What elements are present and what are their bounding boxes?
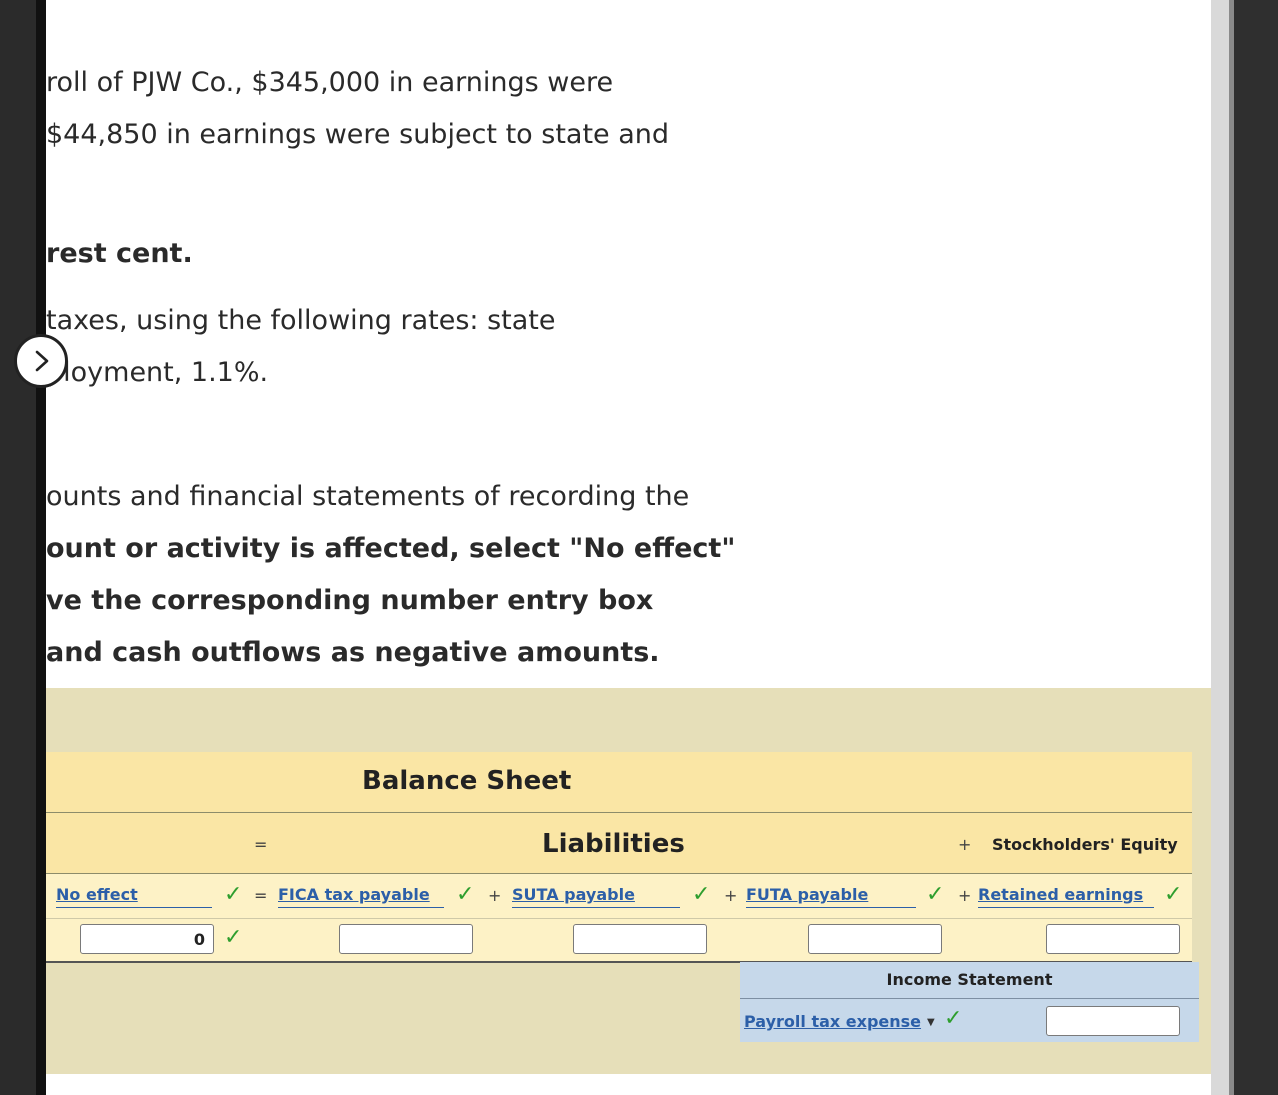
balance-sheet-header-row: = Liabilities + Stockholders' Equity (46, 813, 1192, 874)
plus-sign: + (958, 835, 972, 854)
income-statement-table: Income Statement Payroll tax expense ▼ ✓ (740, 962, 1199, 1042)
problem-text-line-2: $44,850 in earnings were subject to stat… (46, 119, 670, 150)
check-icon: ✓ (926, 882, 945, 907)
suta-payable-dropdown[interactable]: SUTA payable (512, 885, 680, 908)
liabilities-header: Liabilities (542, 829, 685, 859)
instruction-line-4: and cash outflows as negative amounts. (46, 637, 660, 668)
instruction-line-2: ount or activity is affected, select "No… (46, 533, 736, 564)
check-icon: ✓ (224, 882, 243, 907)
scrollbar-track[interactable] (1211, 0, 1229, 1095)
chevron-right-icon (35, 350, 49, 372)
plus-sign: + (724, 886, 738, 905)
balance-sheet-title-row: Balance Sheet (46, 752, 1192, 813)
instruction-line-3: ve the corresponding number entry box (46, 585, 654, 616)
scrollbar-divider (1229, 0, 1234, 1095)
payroll-tax-expense-label: Payroll tax expense (744, 1012, 922, 1031)
check-icon: ✓ (944, 1006, 963, 1031)
problem-text-line-1: roll of PJW Co., $345,000 in earnings we… (46, 67, 614, 98)
balance-sheet-table: Balance Sheet = Liabilities + Stockholde… (46, 752, 1192, 963)
payroll-tax-expense-dropdown[interactable]: Payroll tax expense ▼ (744, 1012, 935, 1031)
asset-account-dropdown[interactable]: No effect (56, 885, 212, 908)
suta-payable-input[interactable] (573, 924, 707, 954)
problem-text-line-3: rest cent. (46, 238, 193, 269)
asset-amount-input[interactable] (80, 924, 214, 954)
problem-text-line-4: taxes, using the following rates: state (46, 305, 556, 336)
expand-panel-button[interactable] (14, 334, 68, 388)
stockholders-equity-header: Stockholders' Equity (992, 835, 1178, 854)
balance-sheet-title: Balance Sheet (362, 766, 572, 796)
question-page: roll of PJW Co., $345,000 in earnings we… (46, 0, 1211, 1095)
right-scroll-gutter[interactable] (1211, 0, 1278, 1095)
equals-sign: = (254, 886, 268, 905)
left-border (36, 0, 46, 1095)
account-selector-row: No effect ✓ = FICA tax payable ✓ + SUTA … (46, 874, 1192, 919)
instruction-line-1: ounts and financial statements of record… (46, 481, 690, 512)
fica-tax-payable-input[interactable] (339, 924, 473, 954)
caret-down-icon[interactable]: ▼ (927, 1017, 935, 1028)
plus-sign: + (958, 886, 972, 905)
check-icon: ✓ (692, 882, 711, 907)
check-icon: ✓ (1164, 882, 1183, 907)
problem-text-line-5: ployment, 1.1%. (46, 357, 269, 388)
left-window-edge (0, 0, 36, 1095)
futa-payable-dropdown[interactable]: FUTA payable (746, 885, 916, 908)
plus-sign: + (488, 886, 502, 905)
income-statement-title: Income Statement (740, 962, 1199, 999)
retained-earnings-dropdown[interactable]: Retained earnings (978, 885, 1154, 908)
equals-sign: = (254, 835, 268, 854)
retained-earnings-input[interactable] (1046, 924, 1180, 954)
payroll-tax-expense-input[interactable] (1046, 1006, 1180, 1036)
check-icon: ✓ (456, 882, 475, 907)
check-icon: ✓ (224, 925, 243, 950)
amount-input-row: ✓ (46, 919, 1192, 963)
fica-tax-payable-dropdown[interactable]: FICA tax payable (278, 885, 444, 908)
futa-payable-input[interactable] (808, 924, 942, 954)
answer-panel: Balance Sheet = Liabilities + Stockholde… (46, 688, 1211, 1074)
